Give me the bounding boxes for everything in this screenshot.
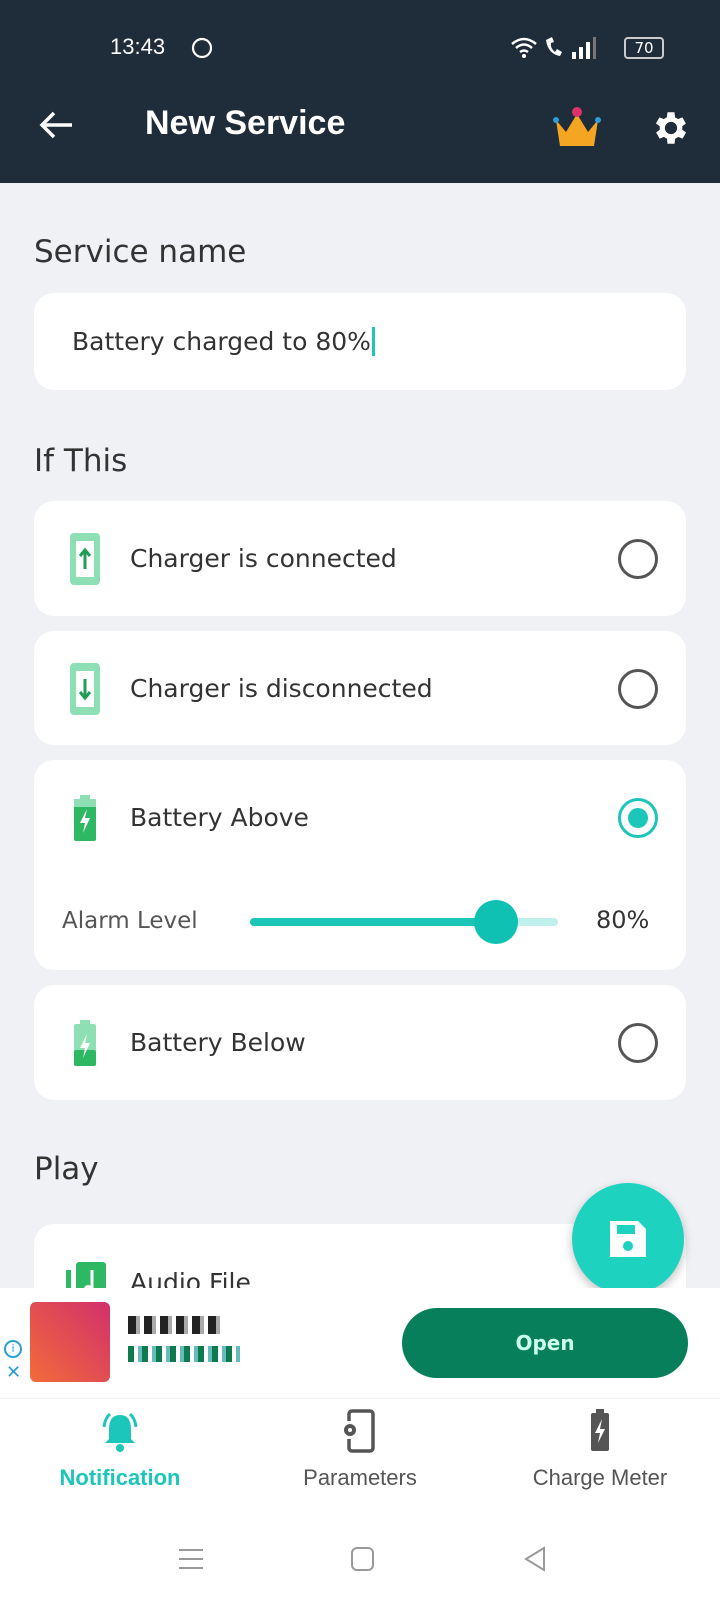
nav-label: Notification <box>59 1465 181 1490</box>
option-label: Charger is disconnected <box>130 674 433 703</box>
status-time: 13:43 <box>110 34 166 59</box>
save-icon <box>610 1221 646 1257</box>
phone-settings-icon <box>343 1409 375 1453</box>
whatsapp-icon <box>191 37 213 59</box>
ad-info-icon[interactable]: i <box>4 1340 22 1358</box>
battery-charging-icon <box>591 1409 609 1451</box>
back-icon[interactable] <box>522 1546 548 1572</box>
home-icon[interactable] <box>350 1546 376 1572</box>
gear-icon[interactable] <box>650 107 692 149</box>
radio-button-selected[interactable] <box>618 797 658 838</box>
arrow-left-icon[interactable] <box>38 110 74 140</box>
slider-thumb[interactable] <box>474 900 519 944</box>
battery-charging-low-icon <box>74 1019 96 1066</box>
service-name-label: Service name <box>34 234 247 270</box>
option-battery-below[interactable]: Battery Below <box>34 985 686 1100</box>
app-header: 13:43 70 New Service <box>0 0 720 183</box>
option-label: Battery Below <box>130 1028 306 1057</box>
service-name-value[interactable]: Battery charged to 80% <box>72 327 375 356</box>
nav-parameters[interactable]: Parameters <box>240 1409 480 1491</box>
nav-label: Charge Meter <box>532 1465 668 1490</box>
service-name-input[interactable]: Battery charged to 80% <box>34 293 686 390</box>
crown-icon[interactable] <box>552 106 602 150</box>
ad-open-button[interactable]: Open <box>402 1308 688 1378</box>
radio-button[interactable] <box>618 668 658 709</box>
charger-disconnected-icon <box>70 662 100 715</box>
option-charger-disconnected[interactable]: Charger is disconnected <box>34 631 686 745</box>
ad-subtitle-pixelated <box>128 1346 240 1362</box>
bell-icon <box>102 1412 138 1452</box>
battery-icon: 70 <box>624 37 664 59</box>
option-charger-connected[interactable]: Charger is connected <box>34 501 686 616</box>
alarm-level-value: 80% <box>596 906 650 934</box>
charger-connected-icon <box>70 532 100 585</box>
nav-charge-meter[interactable]: Charge Meter <box>480 1409 720 1491</box>
nav-notification[interactable]: Notification <box>0 1409 240 1491</box>
play-label: Play <box>34 1151 99 1187</box>
page-title: New Service <box>145 104 346 142</box>
radio-button[interactable] <box>618 538 658 579</box>
wifi-icon <box>511 37 596 59</box>
bottom-navigation: Notification Parameters Charge Meter <box>0 1398 720 1520</box>
slider-fill <box>250 918 497 926</box>
radio-button[interactable] <box>618 1022 658 1063</box>
ad-title-pixelated <box>128 1316 224 1334</box>
alarm-level-label: Alarm Level <box>62 908 198 934</box>
nav-label: Parameters <box>303 1465 417 1490</box>
option-label: Battery Above <box>130 803 309 832</box>
option-label: Charger is connected <box>130 544 397 573</box>
alarm-level-slider[interactable] <box>250 900 558 944</box>
ad-close-icon[interactable]: ✕ <box>6 1362 21 1383</box>
ad-banner[interactable]: i ✕ Open <box>0 1288 720 1398</box>
if-this-label: If This <box>34 443 128 479</box>
save-button[interactable] <box>572 1183 684 1295</box>
ad-app-logo <box>30 1302 110 1382</box>
menu-icon[interactable] <box>178 1548 204 1570</box>
system-navigation-bar <box>0 1520 720 1600</box>
option-battery-above[interactable]: Battery Above Alarm Level 80% <box>34 760 686 970</box>
battery-charging-full-icon <box>74 794 96 841</box>
